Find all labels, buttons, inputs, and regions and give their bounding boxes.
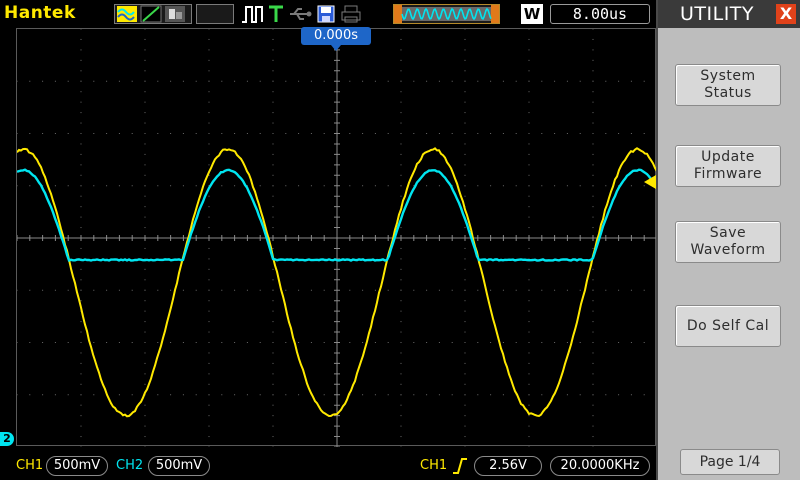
top-status-bar: Hantek W 8.00us [0,0,656,28]
frequency-readout: 20.0000KHz [550,456,650,476]
trigger-level-marker-icon[interactable] [644,175,656,189]
trigger-source-label: CH1 [420,458,447,473]
save-disk-icon[interactable] [316,4,336,24]
menu-title: UTILITY [680,3,754,25]
ch1-label: CH1 [16,458,43,473]
empty-status-box [196,4,234,24]
ch1-trace [17,148,657,416]
timebase-readout[interactable]: 8.00us [550,4,650,24]
ch2-trace [17,170,657,261]
trigger-t-icon [266,4,286,24]
page-indicator[interactable]: Page 1/4 [680,449,780,475]
ch1-scale[interactable]: 500mV [46,456,108,476]
system-status-button[interactable]: System Status [675,64,781,106]
bottom-status-bar: CH1 500mV CH2 500mV CH1 2.56V 20.0000KHz [0,448,656,480]
self-cal-button[interactable]: Do Self Cal [675,305,781,347]
memory-depth-icon [393,4,500,24]
utility-menu: UTILITY X System Status Update Firmware … [656,0,800,480]
line-draw-icon [141,6,161,22]
update-firmware-button[interactable]: Update Firmware [675,145,781,187]
usb-icon [288,4,314,24]
trigger-position-arrow-icon [331,45,341,51]
pulse-trigger-icon [240,4,266,24]
ch2-ground-marker[interactable]: 2 [0,432,14,446]
rising-edge-icon [452,457,468,475]
menu-header: UTILITY X [658,0,800,28]
brand-logo: Hantek [4,3,76,23]
waveform-traces [17,29,657,447]
waveform-display-icon [117,6,137,22]
trigger-level-readout[interactable]: 2.56V [474,456,542,476]
save-waveform-button[interactable]: Save Waveform [675,221,781,263]
ch2-scale[interactable]: 500mV [148,456,210,476]
acquire-mode-badge: W [521,4,543,24]
ch2-label: CH2 [116,458,143,473]
display-mode-group[interactable] [114,4,192,24]
printer-icon[interactable] [340,4,362,24]
trigger-position-readout[interactable]: 0.000s [301,27,371,45]
waveform-screen[interactable] [16,28,656,446]
persist-icon [165,6,185,22]
close-icon[interactable]: X [776,4,796,24]
